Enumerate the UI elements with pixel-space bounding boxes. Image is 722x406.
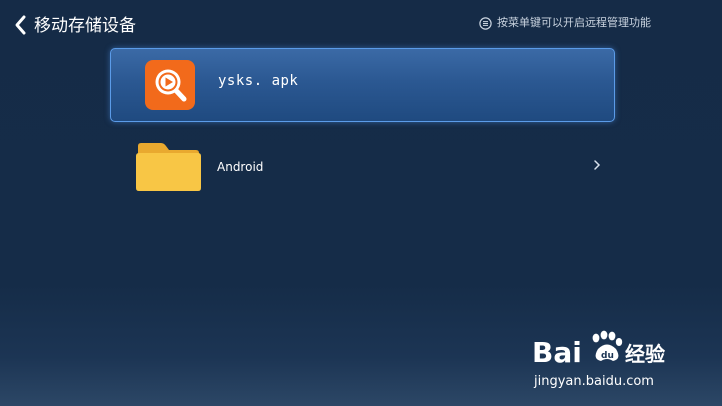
file-list: ysks. apk Android (110, 48, 615, 216)
watermark-logo-left: Bai (532, 336, 582, 369)
back-arrow-icon[interactable] (12, 14, 30, 36)
remote-hint-text: 按菜单键可以开启远程管理功能 (497, 16, 651, 29)
folder-name: Android (217, 160, 264, 174)
folder-icon (136, 143, 201, 191)
svg-text:du: du (601, 351, 614, 361)
watermark-url: jingyan.baidu.com (533, 374, 654, 389)
remote-hint: 按菜单键可以开启远程管理功能 (479, 15, 651, 31)
top-bar: 移动存储设备 按菜单键可以开启远程管理功能 (0, 0, 722, 50)
file-item-apk[interactable]: ysks. apk (110, 48, 615, 122)
file-item-folder[interactable]: Android (110, 132, 615, 206)
page-title: 移动存储设备 (34, 16, 136, 36)
video-search-app-icon (145, 60, 195, 110)
watermark-logo-right: 经验 (625, 342, 665, 366)
file-name: ysks. apk (218, 73, 299, 89)
baidu-jingyan-watermark: Bai du 经验 jingyan.baidu.com (532, 330, 665, 389)
chevron-right-icon (594, 160, 601, 170)
paw-icon: du (592, 330, 623, 361)
menu-key-icon (479, 16, 492, 30)
